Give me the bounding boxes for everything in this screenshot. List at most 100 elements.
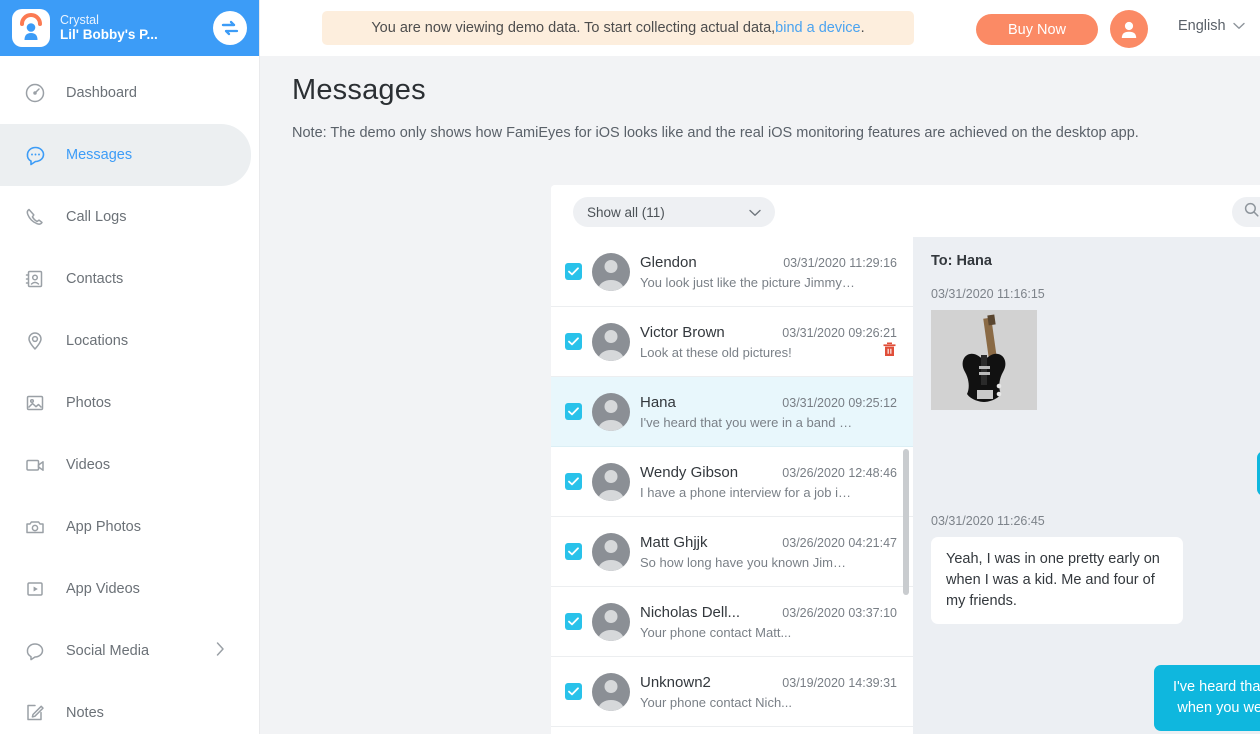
page-header: Messages Note: The demo only shows how F… (260, 56, 1260, 145)
conversation-text: Wendy Gibson 03/26/2020 12:48:46 I have a … (640, 464, 897, 500)
sidebar-nav: Dashboard Messages Call Logs Contacts Lo… (0, 56, 259, 734)
switch-device-icon[interactable] (213, 11, 247, 45)
language-label: English (1178, 18, 1226, 34)
conversation-timestamp: 03/31/2020 09:25:12 (782, 395, 897, 410)
delete-icon[interactable] (882, 341, 897, 363)
message-bubble: I've heard that you were in a band when … (1154, 665, 1260, 732)
conversation-row[interactable]: Glendon 03/31/2020 11:29:16 You look just … (551, 237, 913, 307)
sidebar-item-contacts[interactable]: Contacts (0, 248, 259, 310)
conversation-row[interactable]: Wendy Gibson 03/26/2020 12:48:46 I have a … (551, 447, 913, 517)
message-row: I've heard that you were in a band when … (931, 656, 1260, 732)
conversation-list: Glendon 03/31/2020 11:29:16 You look just … (551, 237, 913, 734)
conversation-name: Nicholas Dell... (640, 603, 741, 621)
sidebar-item-app-videos[interactable]: App Videos (0, 558, 259, 620)
conversation-name: Glendon (640, 253, 697, 271)
sidebar-item-videos[interactable]: Videos (0, 434, 259, 496)
conversation-checkbox[interactable] (565, 403, 582, 420)
conversation-list-scrollbar[interactable] (903, 449, 909, 595)
message-thread: To: Hana 03/31/2020 11:16:15 03/31/2020 1… (913, 237, 1260, 734)
panel-toolbar: Show all (11) (551, 185, 1260, 237)
camera-icon (22, 514, 48, 540)
sidebar-item-messages[interactable]: Messages (0, 124, 251, 186)
conversation-name: Hana (640, 393, 676, 411)
location-pin-icon (22, 328, 48, 354)
conversation-preview: I've heard that you were in a band whe..… (640, 414, 855, 430)
brand-user-name: Crystal (60, 13, 99, 28)
conversation-preview: You look just like the picture Jimmy sh.… (640, 274, 855, 290)
message-timestamp: 03/31/2020 11:29:16 (931, 642, 1260, 656)
topbar: You are now viewing demo data. To start … (260, 0, 1260, 56)
conversation-row[interactable]: Matt Ghjjk 03/26/2020 04:21:47 So how long… (551, 517, 913, 587)
conversation-checkbox[interactable] (565, 263, 582, 280)
search-box[interactable] (1232, 197, 1260, 227)
avatar (592, 532, 630, 571)
conversation-checkbox[interactable] (565, 543, 582, 560)
sidebar-item-label: Notes (66, 705, 104, 721)
brand-text: Crystal Lil' Bobby's P... (60, 13, 203, 43)
conversation-text: Matt Ghjjk 03/26/2020 04:21:47 So how long… (640, 534, 897, 570)
conversation-row[interactable]: Victor Brown 03/31/2020 09:26:21 Look at t… (551, 307, 913, 377)
bind-a-device-link[interactable]: bind a device (775, 20, 860, 36)
panel-body: Glendon 03/31/2020 11:29:16 You look just … (551, 237, 1260, 734)
thread-recipient: To: Hana (931, 253, 992, 269)
conversation-checkbox[interactable] (565, 683, 582, 700)
message-bubble: Yeah, I was in one pretty early on when … (931, 537, 1183, 625)
sidebar-item-app-photos[interactable]: App Photos (0, 496, 259, 558)
message-block: 03/31/2020 11:26:45 Yeah, I was in one pr… (931, 514, 1260, 625)
message-row: Yeah, I was in one pretty early on when … (931, 528, 1260, 625)
message-block: 03/31/2020 11:16:15 (931, 287, 1260, 410)
video-camera-icon (22, 452, 48, 478)
avatar (592, 252, 630, 291)
avatar (592, 392, 630, 431)
sidebar-item-label: Videos (66, 457, 111, 473)
sidebar-item-label: Dashboard (66, 85, 137, 101)
messages-icon (22, 142, 48, 168)
brand-device-name: Lil' Bobby's P... (60, 27, 158, 43)
avatar (592, 672, 630, 711)
conversation-timestamp: 03/26/2020 04:21:47 (782, 535, 897, 550)
sidebar-item-label: App Videos (66, 581, 140, 597)
sidebar-item-notes[interactable]: Notes (0, 682, 259, 734)
sidebar-item-locations[interactable]: Locations (0, 310, 259, 372)
conversation-timestamp: 03/31/2020 11:29:16 (783, 255, 897, 270)
conversation-text: Glendon 03/31/2020 11:29:16 You look just … (640, 254, 897, 290)
filter-dropdown-label: Show all (11) (587, 204, 665, 220)
conversation-text: Hana 03/31/2020 09:25:12 I've heard that y… (640, 394, 897, 430)
message-image[interactable] (931, 310, 1037, 410)
filter-dropdown[interactable]: Show all (11) (573, 197, 775, 227)
language-selector[interactable]: English (1178, 18, 1245, 34)
conversation-preview: Your phone contact Matt... (640, 624, 792, 640)
message-timestamp: 03/31/2020 11:20:15 (931, 428, 1260, 442)
conversation-row[interactable]: Nicholas Dell... 03/26/2020 03:37:10 Your … (551, 587, 913, 657)
photo-icon (22, 390, 48, 416)
phone-icon (22, 204, 48, 230)
conversation-name: Wendy Gibson (640, 463, 739, 481)
chevron-down-icon (1232, 18, 1245, 34)
note-edit-icon (22, 700, 48, 726)
message-timestamp: 03/31/2020 11:16:15 (931, 287, 1045, 301)
conversation-text: Nicholas Dell... 03/26/2020 03:37:10 Your … (640, 604, 897, 640)
play-box-icon (22, 576, 48, 602)
conversation-name: Unknown2 (640, 673, 711, 691)
conversation-name: Matt Ghjjk (640, 533, 708, 551)
conversation-row[interactable]: Unknown2 03/19/2020 14:39:31 Your phone co… (551, 657, 913, 727)
conversation-timestamp: 03/31/2020 09:26:21 (782, 325, 897, 340)
messages-panel: Show all (11) Glendon 03/31/2020 11:29:1… (551, 185, 1260, 734)
sidebar-item-social-media[interactable]: Social Media (0, 620, 259, 682)
sidebar-item-dashboard[interactable]: Dashboard (0, 62, 259, 124)
conversation-name: Victor Brown (640, 323, 725, 341)
conversation-checkbox[interactable] (565, 473, 582, 490)
sidebar-item-label: Photos (66, 395, 112, 411)
buy-now-button[interactable]: Buy Now (976, 14, 1098, 45)
main-content: You are now viewing demo data. To start … (260, 0, 1260, 734)
sidebar-item-call-logs[interactable]: Call Logs (0, 186, 259, 248)
conversation-checkbox[interactable] (565, 613, 582, 630)
conversation-checkbox[interactable] (565, 333, 582, 350)
avatar (592, 462, 630, 501)
message-block: 03/31/2020 11:29:16 I've heard that you w… (931, 642, 1260, 732)
chevron-down-icon (749, 205, 761, 220)
sidebar-item-photos[interactable]: Photos (0, 372, 259, 434)
banner-text-before: You are now viewing demo data. To start … (371, 20, 776, 36)
user-avatar-icon[interactable] (1110, 10, 1148, 48)
conversation-row[interactable]: Hana 03/31/2020 09:25:12 I've heard that y… (551, 377, 913, 447)
